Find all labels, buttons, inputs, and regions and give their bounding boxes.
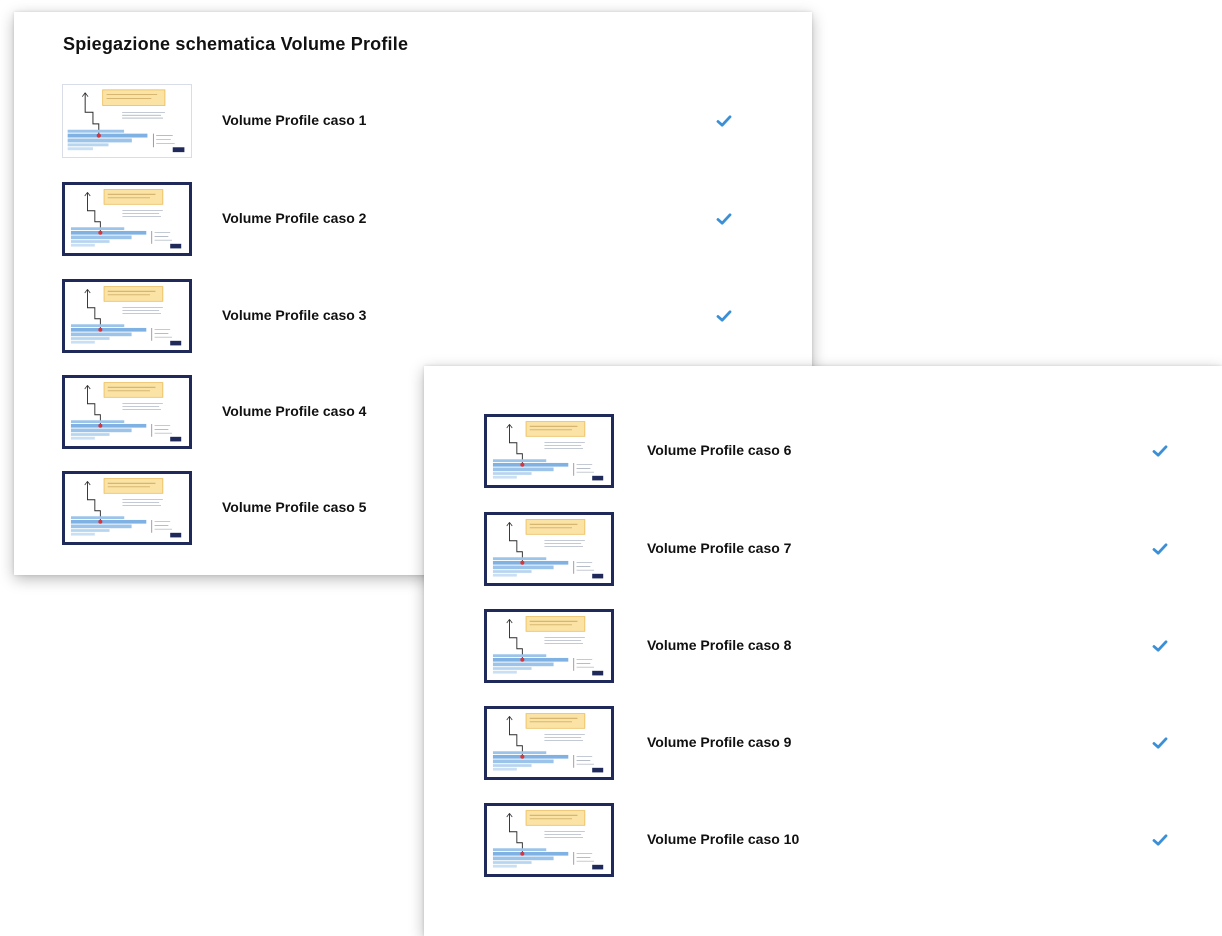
lesson-item-7[interactable]: Volume Profile caso 7 <box>484 512 1174 588</box>
check-icon <box>715 112 733 130</box>
lesson-item-9[interactable]: Volume Profile caso 9 <box>484 706 1174 782</box>
check-icon <box>715 210 733 228</box>
lesson-item-8[interactable]: Volume Profile caso 8 <box>484 609 1174 685</box>
lesson-title[interactable]: Volume Profile caso 1 <box>222 112 366 128</box>
lesson-title[interactable]: Volume Profile caso 7 <box>647 540 791 556</box>
lesson-item-1[interactable]: Volume Profile caso 1 <box>62 84 762 160</box>
lesson-thumbnail[interactable] <box>484 414 614 488</box>
lesson-thumbnail[interactable] <box>62 182 192 256</box>
check-icon <box>1151 734 1169 752</box>
lesson-title[interactable]: Volume Profile caso 10 <box>647 831 799 847</box>
lesson-item-2[interactable]: Volume Profile caso 2 <box>62 182 762 258</box>
lesson-item-10[interactable]: Volume Profile caso 10 <box>484 803 1174 879</box>
lesson-list-card-continued: Volume Profile caso 6 Volume Profile cas… <box>424 366 1222 936</box>
lesson-title[interactable]: Volume Profile caso 2 <box>222 210 366 226</box>
lesson-title[interactable]: Volume Profile caso 9 <box>647 734 791 750</box>
lesson-item-3[interactable]: Volume Profile caso 3 <box>62 279 762 355</box>
lesson-thumbnail[interactable] <box>62 375 192 449</box>
lesson-title[interactable]: Volume Profile caso 8 <box>647 637 791 653</box>
lesson-thumbnail[interactable] <box>62 279 192 353</box>
lesson-item-6[interactable]: Volume Profile caso 6 <box>484 414 1174 490</box>
check-icon <box>1151 637 1169 655</box>
lesson-thumbnail[interactable] <box>62 84 192 158</box>
check-icon <box>1151 442 1169 460</box>
lesson-title[interactable]: Volume Profile caso 5 <box>222 499 366 515</box>
lesson-thumbnail[interactable] <box>484 803 614 877</box>
check-icon <box>1151 540 1169 558</box>
lesson-title[interactable]: Volume Profile caso 4 <box>222 403 366 419</box>
section-title: Spiegazione schematica Volume Profile <box>63 34 409 54</box>
check-icon <box>715 307 733 325</box>
lesson-thumbnail[interactable] <box>484 512 614 586</box>
check-icon <box>1151 831 1169 849</box>
lesson-thumbnail[interactable] <box>484 706 614 780</box>
lesson-title[interactable]: Volume Profile caso 3 <box>222 307 366 323</box>
lesson-title[interactable]: Volume Profile caso 6 <box>647 442 791 458</box>
lesson-thumbnail[interactable] <box>484 609 614 683</box>
lesson-thumbnail[interactable] <box>62 471 192 545</box>
